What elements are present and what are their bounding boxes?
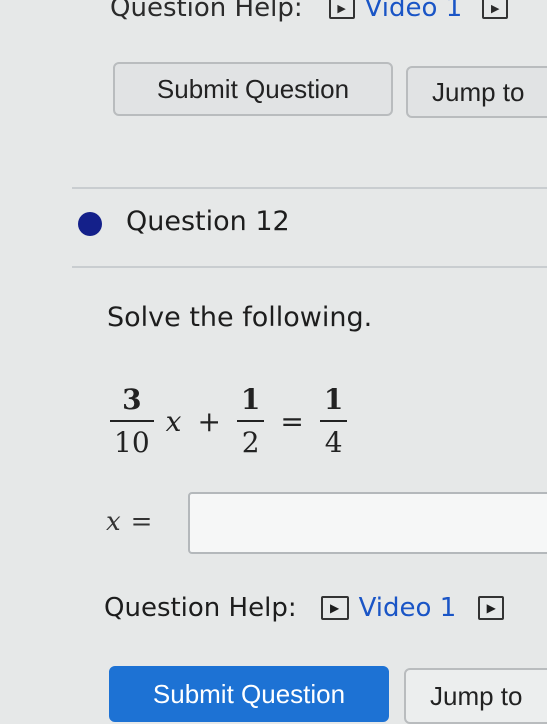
fraction-2: 1 2 bbox=[236, 383, 265, 459]
fraction-bar bbox=[319, 420, 348, 422]
video-link[interactable]: Video 1 bbox=[359, 593, 457, 623]
play-icon[interactable]: ▶ bbox=[320, 596, 349, 620]
fraction-bar bbox=[236, 420, 265, 422]
top-question-help: Question Help: ▶ Video 1 ▶ bbox=[110, 0, 509, 26]
fraction-bar bbox=[110, 420, 154, 422]
question-help-label: Question Help: bbox=[104, 593, 297, 623]
answer-equals: = bbox=[130, 507, 153, 537]
answer-label: x = bbox=[106, 507, 152, 537]
submit-question-button-top[interactable]: Submit Question bbox=[113, 62, 393, 116]
equals-sign: = bbox=[280, 404, 304, 438]
fraction-3-denominator: 4 bbox=[324, 426, 343, 459]
fraction-2-numerator: 1 bbox=[240, 383, 261, 416]
equation: 3 10 x + 1 2 = 1 4 bbox=[104, 366, 353, 476]
fraction-3-numerator: 1 bbox=[323, 383, 344, 416]
fraction-3: 1 4 bbox=[319, 383, 348, 459]
answer-variable: x bbox=[106, 507, 121, 537]
plus-sign: + bbox=[197, 404, 221, 438]
question-instruction: Solve the following. bbox=[107, 302, 373, 333]
jump-to-button-top[interactable]: Jump to bbox=[406, 66, 547, 118]
top-video-link[interactable]: Video 1 bbox=[365, 0, 463, 23]
fraction-1-numerator: 3 bbox=[122, 383, 142, 416]
play-icon[interactable]: ▶ bbox=[328, 0, 355, 19]
fraction-1-denominator: 10 bbox=[114, 426, 150, 459]
top-play-icon-right[interactable]: ▶ bbox=[482, 0, 509, 19]
fraction-1: 3 10 bbox=[110, 383, 154, 459]
question-help: Question Help: ▶ Video 1 ▶ bbox=[104, 588, 505, 628]
play-icon-right[interactable]: ▶ bbox=[478, 596, 505, 620]
answer-input[interactable] bbox=[188, 492, 547, 554]
question-status-dot bbox=[78, 212, 102, 236]
top-question-help-label: Question Help: bbox=[110, 0, 303, 23]
jump-to-button[interactable]: Jump to bbox=[404, 668, 547, 724]
question-title: Question 12 bbox=[126, 206, 290, 237]
divider bbox=[72, 187, 547, 189]
divider bbox=[72, 266, 547, 268]
equation-variable: x bbox=[165, 404, 182, 438]
fraction-2-denominator: 2 bbox=[241, 426, 260, 459]
submit-question-button[interactable]: Submit Question bbox=[109, 666, 389, 722]
